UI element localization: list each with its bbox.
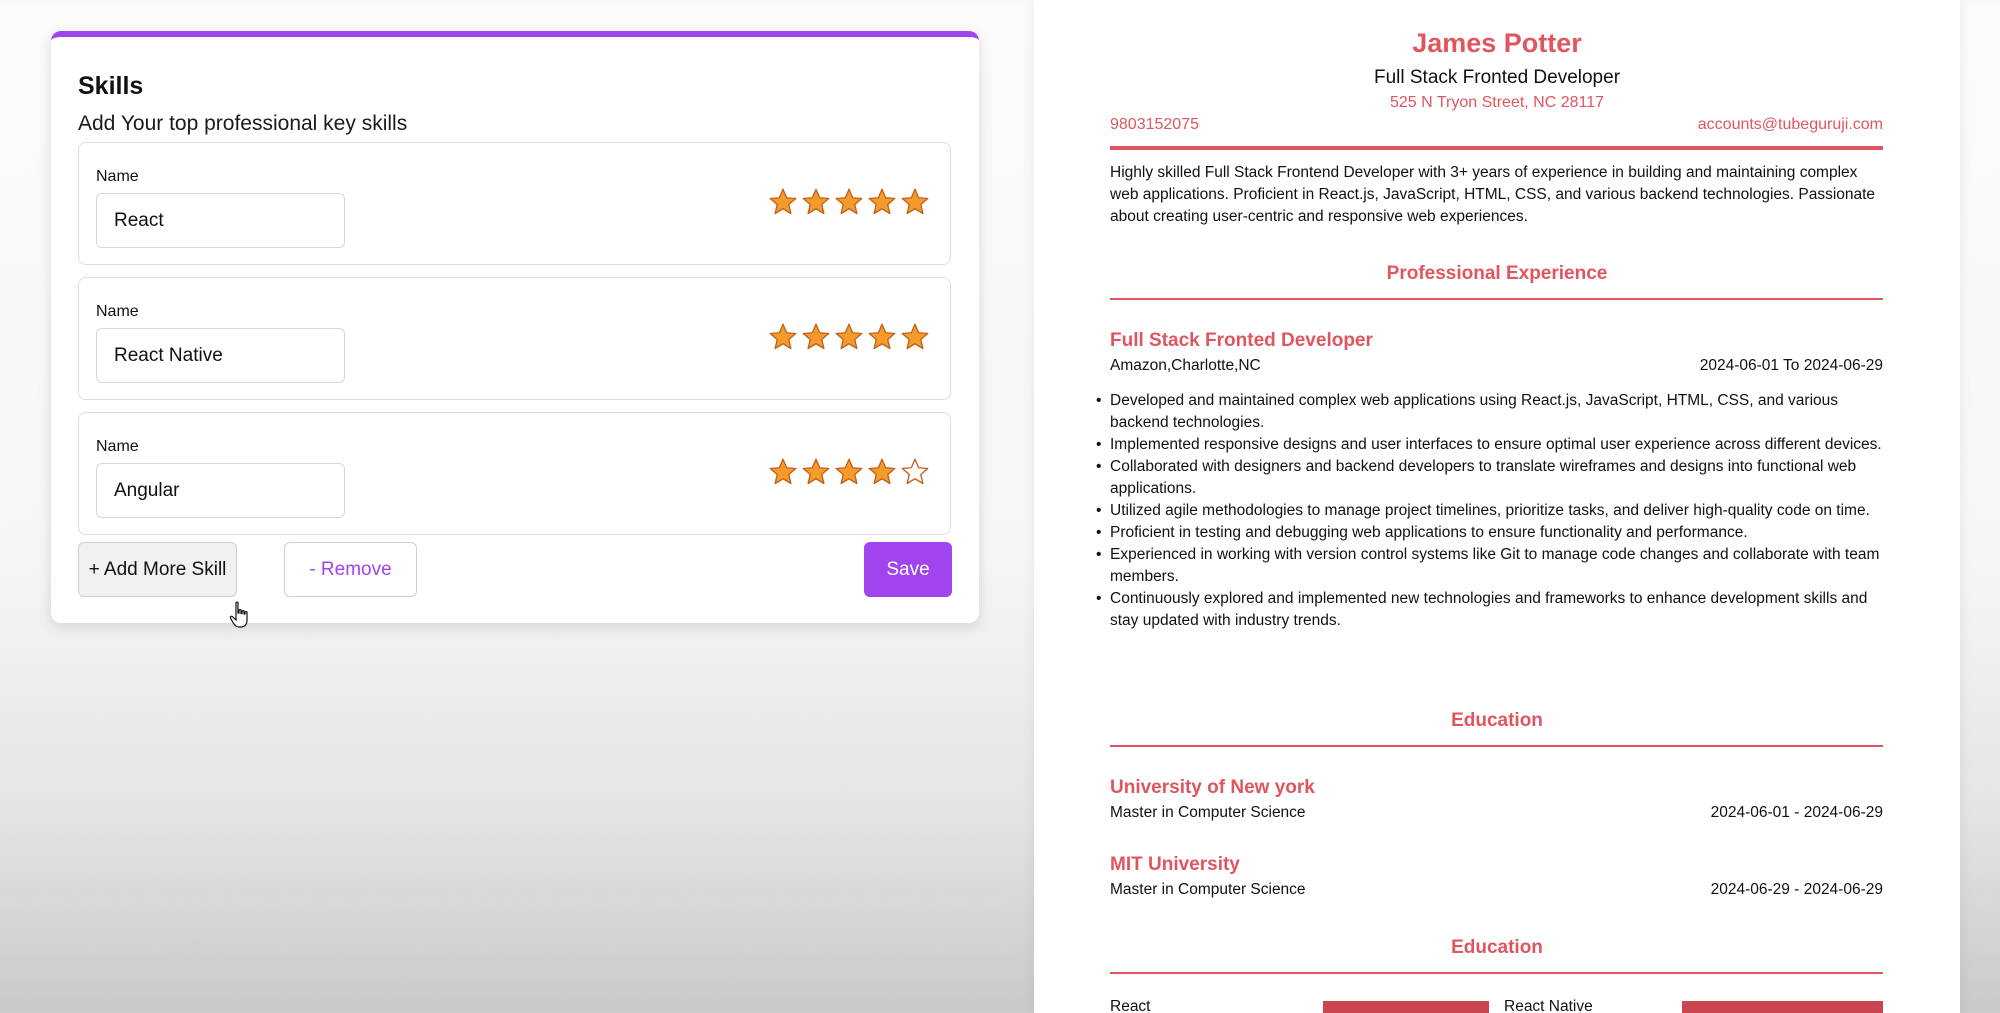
resume-email: accounts@tubeguruji.com	[1697, 116, 1883, 133]
education-heading: Education	[1451, 710, 1543, 731]
section-divider	[1110, 298, 1883, 300]
rating-stars[interactable]	[768, 322, 930, 352]
experience-title: Full Stack Fronted Developer	[1110, 330, 1373, 351]
star-filled-icon[interactable]	[834, 322, 864, 352]
star-filled-icon[interactable]	[768, 457, 798, 487]
star-filled-icon[interactable]	[867, 187, 897, 217]
section-divider	[1110, 745, 1883, 747]
experience-bullet: Proficient in testing and debugging web …	[1096, 522, 1883, 544]
experience-dates: 2024-06-01 To 2024-06-29	[1699, 357, 1883, 374]
form-title: Skills	[78, 72, 144, 100]
header-divider	[1110, 146, 1883, 150]
education-degree: Master in Computer Science	[1110, 881, 1306, 898]
experience-company: Amazon,Charlotte,NC	[1110, 357, 1261, 374]
experience-bullet: Utilized agile methodologies to manage p…	[1096, 500, 1883, 522]
rating-stars[interactable]	[768, 187, 930, 217]
skill-name-input[interactable]: Angular	[96, 463, 345, 518]
experience-bullet: Continuously explored and implemented ne…	[1096, 588, 1883, 632]
section-divider	[1110, 972, 1883, 974]
experience-bullet: Collaborated with designers and backend …	[1096, 456, 1883, 500]
star-filled-icon[interactable]	[834, 457, 864, 487]
star-filled-icon[interactable]	[801, 322, 831, 352]
resume-skill-name: React	[1110, 998, 1151, 1013]
education-dates: 2024-06-29 - 2024-06-29	[1710, 881, 1883, 898]
resume-job-title: Full Stack Fronted Developer	[1373, 67, 1621, 88]
star-empty-icon[interactable]	[900, 457, 930, 487]
education-degree: Master in Computer Science	[1110, 804, 1306, 821]
experience-heading: Professional Experience	[1386, 263, 1608, 284]
star-filled-icon[interactable]	[768, 187, 798, 217]
skill-name-value: React Native	[114, 344, 223, 366]
skill-row: Name React	[78, 142, 951, 265]
skill-name-input[interactable]: React Native	[96, 328, 345, 383]
star-filled-icon[interactable]	[768, 322, 798, 352]
experience-bullet: Developed and maintained complex web app…	[1096, 390, 1883, 434]
rating-stars[interactable]	[768, 457, 930, 487]
hand-cursor-icon	[229, 601, 248, 628]
star-filled-icon[interactable]	[801, 457, 831, 487]
save-button[interactable]: Save	[864, 542, 952, 597]
skill-name-label: Name	[96, 168, 139, 185]
experience-bullet: Implemented responsive designs and user …	[1096, 434, 1883, 456]
skills-section-heading: Education	[1451, 937, 1543, 958]
skill-name-input[interactable]: React	[96, 193, 345, 248]
resume-name: James Potter	[1412, 28, 1582, 58]
resume-preview: James Potter Full Stack Fronted Develope…	[1034, 0, 1960, 1013]
experience-bullets: Developed and maintained complex web app…	[1096, 390, 1883, 632]
skill-row: Name React Native	[78, 277, 951, 400]
star-filled-icon[interactable]	[867, 322, 897, 352]
star-filled-icon[interactable]	[900, 322, 930, 352]
education-school: MIT University	[1110, 854, 1240, 875]
resume-skill-bar	[1682, 1001, 1883, 1013]
skills-form-card: Skills Add Your top professional key ski…	[51, 31, 979, 628]
star-filled-icon[interactable]	[867, 457, 897, 487]
education-school: University of New york	[1110, 777, 1315, 798]
skill-name-label: Name	[96, 438, 139, 455]
skill-name-value: React	[114, 209, 164, 231]
education-dates: 2024-06-01 - 2024-06-29	[1710, 804, 1883, 821]
skill-name-value: Angular	[114, 479, 180, 501]
star-filled-icon[interactable]	[900, 187, 930, 217]
resume-phone: 9803152075	[1110, 116, 1199, 133]
star-filled-icon[interactable]	[801, 187, 831, 217]
resume-address: 525 N Tryon Street, NC 28117	[1389, 94, 1605, 111]
resume-skill-bar	[1323, 1001, 1489, 1013]
star-filled-icon[interactable]	[834, 187, 864, 217]
form-subtitle: Add Your top professional key skills	[78, 112, 408, 135]
add-skill-button[interactable]: + Add More Skill	[78, 542, 237, 597]
resume-summary: Highly skilled Full Stack Frontend Devel…	[1110, 164, 1876, 225]
skill-row: Name Angular	[78, 412, 951, 535]
skill-name-label: Name	[96, 303, 139, 320]
resume-skill-name: React Native	[1504, 998, 1593, 1013]
experience-bullet: Experienced in working with version cont…	[1096, 544, 1883, 588]
remove-skill-button[interactable]: - Remove	[284, 542, 417, 597]
